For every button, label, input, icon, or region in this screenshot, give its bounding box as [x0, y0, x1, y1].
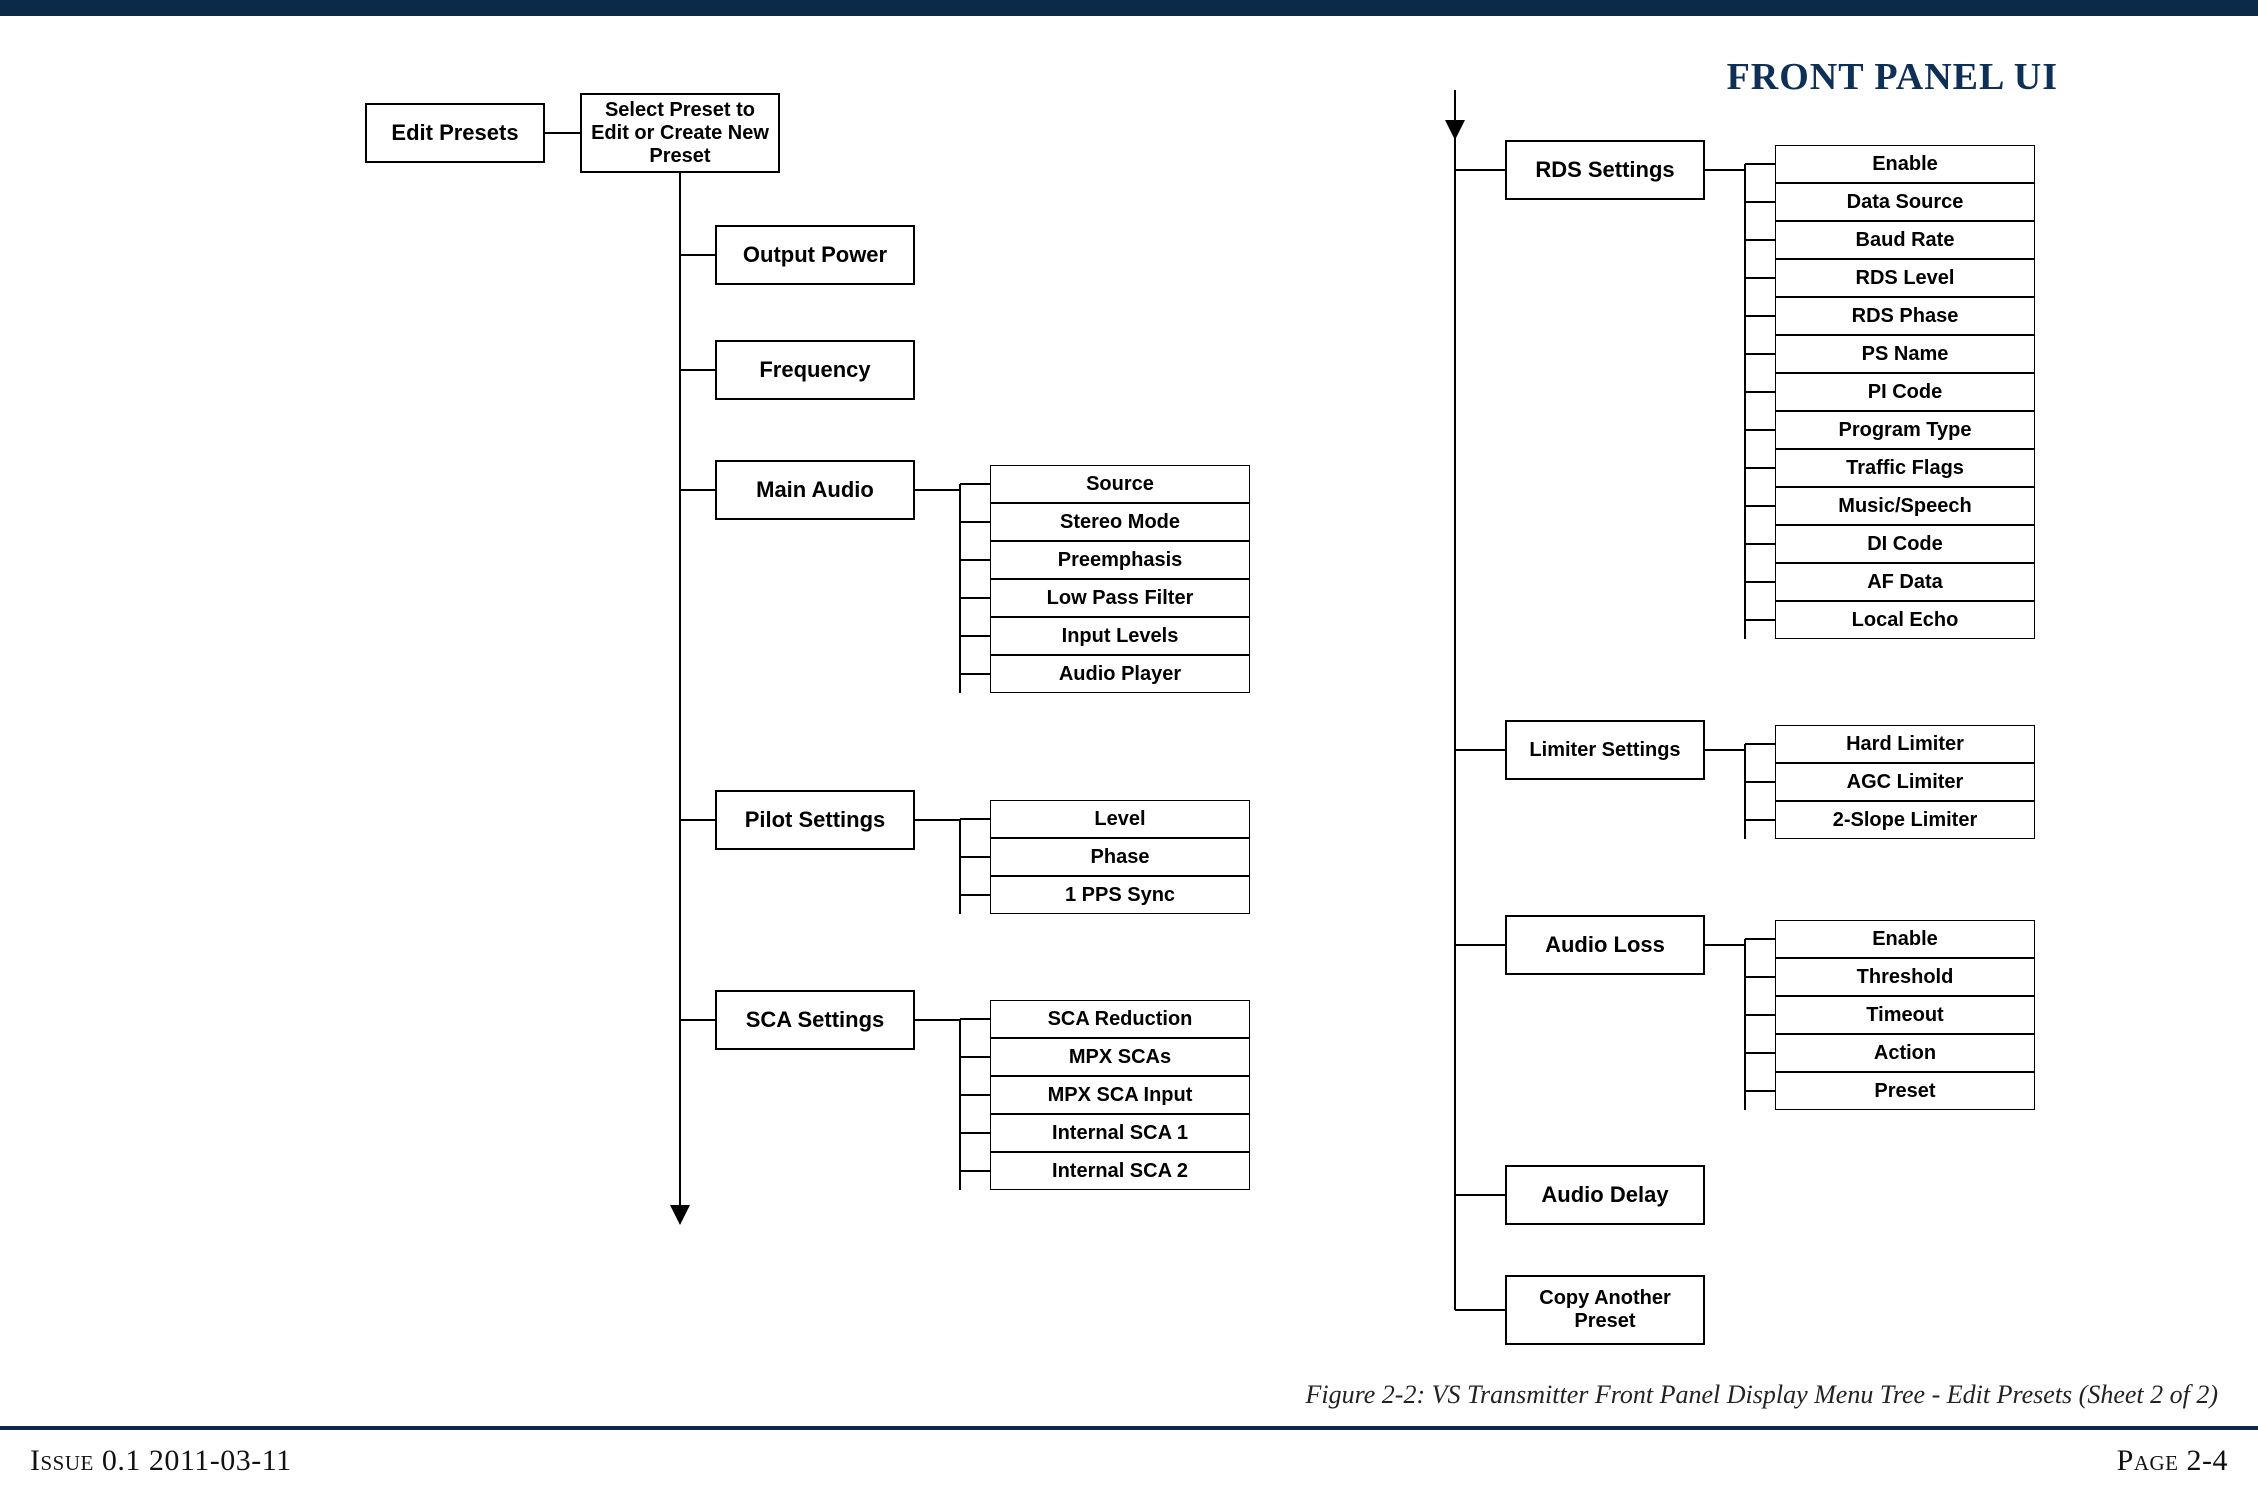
rds-item: Baud Rate	[1775, 221, 2035, 259]
rds-item: Traffic Flags	[1775, 449, 2035, 487]
main-audio-item: Input Levels	[990, 617, 1250, 655]
main-audio-item: Audio Player	[990, 655, 1250, 693]
page: FRONT PANEL UI Edit Presets Select Prese…	[0, 0, 2258, 1500]
figure-caption: Figure 2-2: VS Transmitter Front Panel D…	[1305, 1380, 2218, 1410]
sca-item: Internal SCA 1	[990, 1114, 1250, 1152]
audio-loss-item: Preset	[1775, 1072, 2035, 1110]
bottom-bar	[0, 1426, 2258, 1430]
limiter-settings-box: Limiter Settings	[1505, 720, 1705, 780]
edit-presets-box: Edit Presets	[365, 103, 545, 163]
rds-settings-box: RDS Settings	[1505, 140, 1705, 200]
audio-loss-item: Enable	[1775, 920, 2035, 958]
limiter-item: AGC Limiter	[1775, 763, 2035, 801]
copy-preset-box: Copy Another Preset	[1505, 1275, 1705, 1345]
main-audio-item: Preemphasis	[990, 541, 1250, 579]
audio-loss-item: Threshold	[1775, 958, 2035, 996]
sca-item: MPX SCA Input	[990, 1076, 1250, 1114]
top-bar	[0, 0, 2258, 16]
sca-item: SCA Reduction	[990, 1000, 1250, 1038]
audio-loss-box: Audio Loss	[1505, 915, 1705, 975]
main-audio-box: Main Audio	[715, 460, 915, 520]
limiter-item: Hard Limiter	[1775, 725, 2035, 763]
pilot-item: 1 PPS Sync	[990, 876, 1250, 914]
rds-item: AF Data	[1775, 563, 2035, 601]
rds-item: RDS Level	[1775, 259, 2035, 297]
select-preset-box: Select Preset to Edit or Create New Pres…	[580, 93, 780, 173]
sca-item: MPX SCAs	[990, 1038, 1250, 1076]
pilot-item: Phase	[990, 838, 1250, 876]
page-number: Page 2-4	[2117, 1444, 2228, 1478]
frequency-box: Frequency	[715, 340, 915, 400]
page-title: FRONT PANEL UI	[1727, 55, 2058, 99]
rds-item: Program Type	[1775, 411, 2035, 449]
main-audio-item: Stereo Mode	[990, 503, 1250, 541]
rds-item: Local Echo	[1775, 601, 2035, 639]
audio-loss-item: Action	[1775, 1034, 2035, 1072]
pilot-item: Level	[990, 800, 1250, 838]
issue-label: Issue 0.1 2011-03-11	[30, 1444, 292, 1478]
main-audio-item: Source	[990, 465, 1250, 503]
rds-item: Data Source	[1775, 183, 2035, 221]
limiter-item: 2-Slope Limiter	[1775, 801, 2035, 839]
sca-settings-box: SCA Settings	[715, 990, 915, 1050]
rds-item: Enable	[1775, 145, 2035, 183]
sca-item: Internal SCA 2	[990, 1152, 1250, 1190]
audio-loss-item: Timeout	[1775, 996, 2035, 1034]
pilot-settings-box: Pilot Settings	[715, 790, 915, 850]
rds-item: DI Code	[1775, 525, 2035, 563]
main-audio-item: Low Pass Filter	[990, 579, 1250, 617]
rds-item: Music/Speech	[1775, 487, 2035, 525]
output-power-box: Output Power	[715, 225, 915, 285]
rds-item: PI Code	[1775, 373, 2035, 411]
rds-item: PS Name	[1775, 335, 2035, 373]
rds-item: RDS Phase	[1775, 297, 2035, 335]
audio-delay-box: Audio Delay	[1505, 1165, 1705, 1225]
